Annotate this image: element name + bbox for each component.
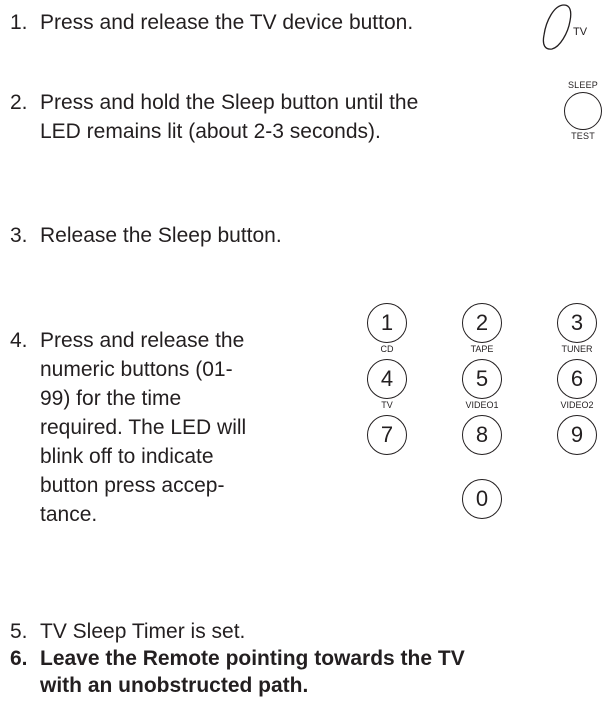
key-sublabel: VIDEO2	[560, 400, 594, 410]
key-digit: 0	[462, 479, 502, 519]
step-number: 4.	[10, 329, 28, 352]
key-7: 7	[360, 415, 414, 455]
key-8: 8	[455, 415, 509, 455]
key-sublabel: VIDEO1	[465, 400, 499, 410]
sleep-button-circle	[564, 92, 602, 130]
step-text-line: tance.	[40, 503, 98, 526]
step-number: 3.	[10, 224, 28, 247]
key-digit: 1	[367, 303, 407, 343]
step-text-line: button press accep-	[40, 474, 225, 497]
key-2: 2 TAPE	[455, 303, 509, 354]
step-number: 1.	[10, 11, 28, 34]
step-text-line: 99) for the time	[40, 387, 182, 410]
numeric-keypad: 1 CD 2 TAPE 3 TUNER 4 TV 5 VIDEO1 6 VIDE…	[360, 303, 610, 603]
key-sublabel: TAPE	[470, 344, 494, 354]
key-sublabel: CD	[380, 344, 394, 354]
step-text: Press and hold the Sleep button until th…	[40, 91, 419, 114]
step-5: 5. TV Sleep Timer is set.	[10, 618, 245, 645]
key-digit: 7	[367, 415, 407, 455]
key-digit: 6	[557, 359, 597, 399]
key-sublabel: TV	[381, 400, 393, 410]
tv-button-label: TV	[573, 26, 588, 38]
step-text-continued: with an unobstructed path.	[40, 674, 309, 697]
sleep-label: SLEEP	[567, 80, 599, 90]
step-text-continued: LED remains lit (about 2-3 seconds).	[40, 120, 381, 143]
key-digit: 5	[462, 359, 502, 399]
step-text-line: numeric buttons (01-	[40, 358, 233, 381]
step-number: 2.	[10, 91, 28, 114]
key-sublabel: TUNER	[561, 344, 593, 354]
key-4: 4 TV	[360, 359, 414, 410]
key-0: 0	[455, 479, 509, 519]
step-2: 2. Press and hold the Sleep button until …	[10, 88, 418, 146]
step-text: Press and release the	[40, 329, 245, 352]
step-1: 1. Press and release the TV device button…	[10, 8, 413, 37]
key-digit: 3	[557, 303, 597, 343]
step-text-line: required. The LED will	[40, 416, 247, 439]
step-text-line: blink off to indicate	[40, 445, 214, 468]
key-6: 6 VIDEO2	[550, 359, 604, 410]
key-digit: 9	[557, 415, 597, 455]
key-3: 3 TUNER	[550, 303, 604, 354]
step-text: Release the Sleep button.	[40, 224, 282, 247]
step-number: 5.	[10, 620, 28, 643]
test-label: TEST	[571, 131, 595, 141]
step-text: TV Sleep Timer is set.	[40, 620, 246, 643]
key-digit: 8	[462, 415, 502, 455]
key-5: 5 VIDEO1	[455, 359, 509, 410]
tv-device-button-icon: TV	[542, 3, 587, 51]
step-6: 6. Leave the Remote pointing towards the …	[10, 645, 465, 699]
step-text: Press and release the TV device button.	[40, 11, 414, 34]
step-4: 4. Press and release the numeric buttons …	[10, 326, 246, 529]
step-3: 3. Release the Sleep button.	[10, 221, 282, 250]
key-digit: 4	[367, 359, 407, 399]
sleep-test-button-icon: SLEEP TEST	[560, 80, 606, 146]
key-9: 9	[550, 415, 604, 455]
key-digit: 2	[462, 303, 502, 343]
step-text: Leave the Remote pointing towards the TV	[40, 647, 465, 670]
step-number: 6.	[10, 647, 28, 670]
key-1: 1 CD	[360, 303, 414, 354]
